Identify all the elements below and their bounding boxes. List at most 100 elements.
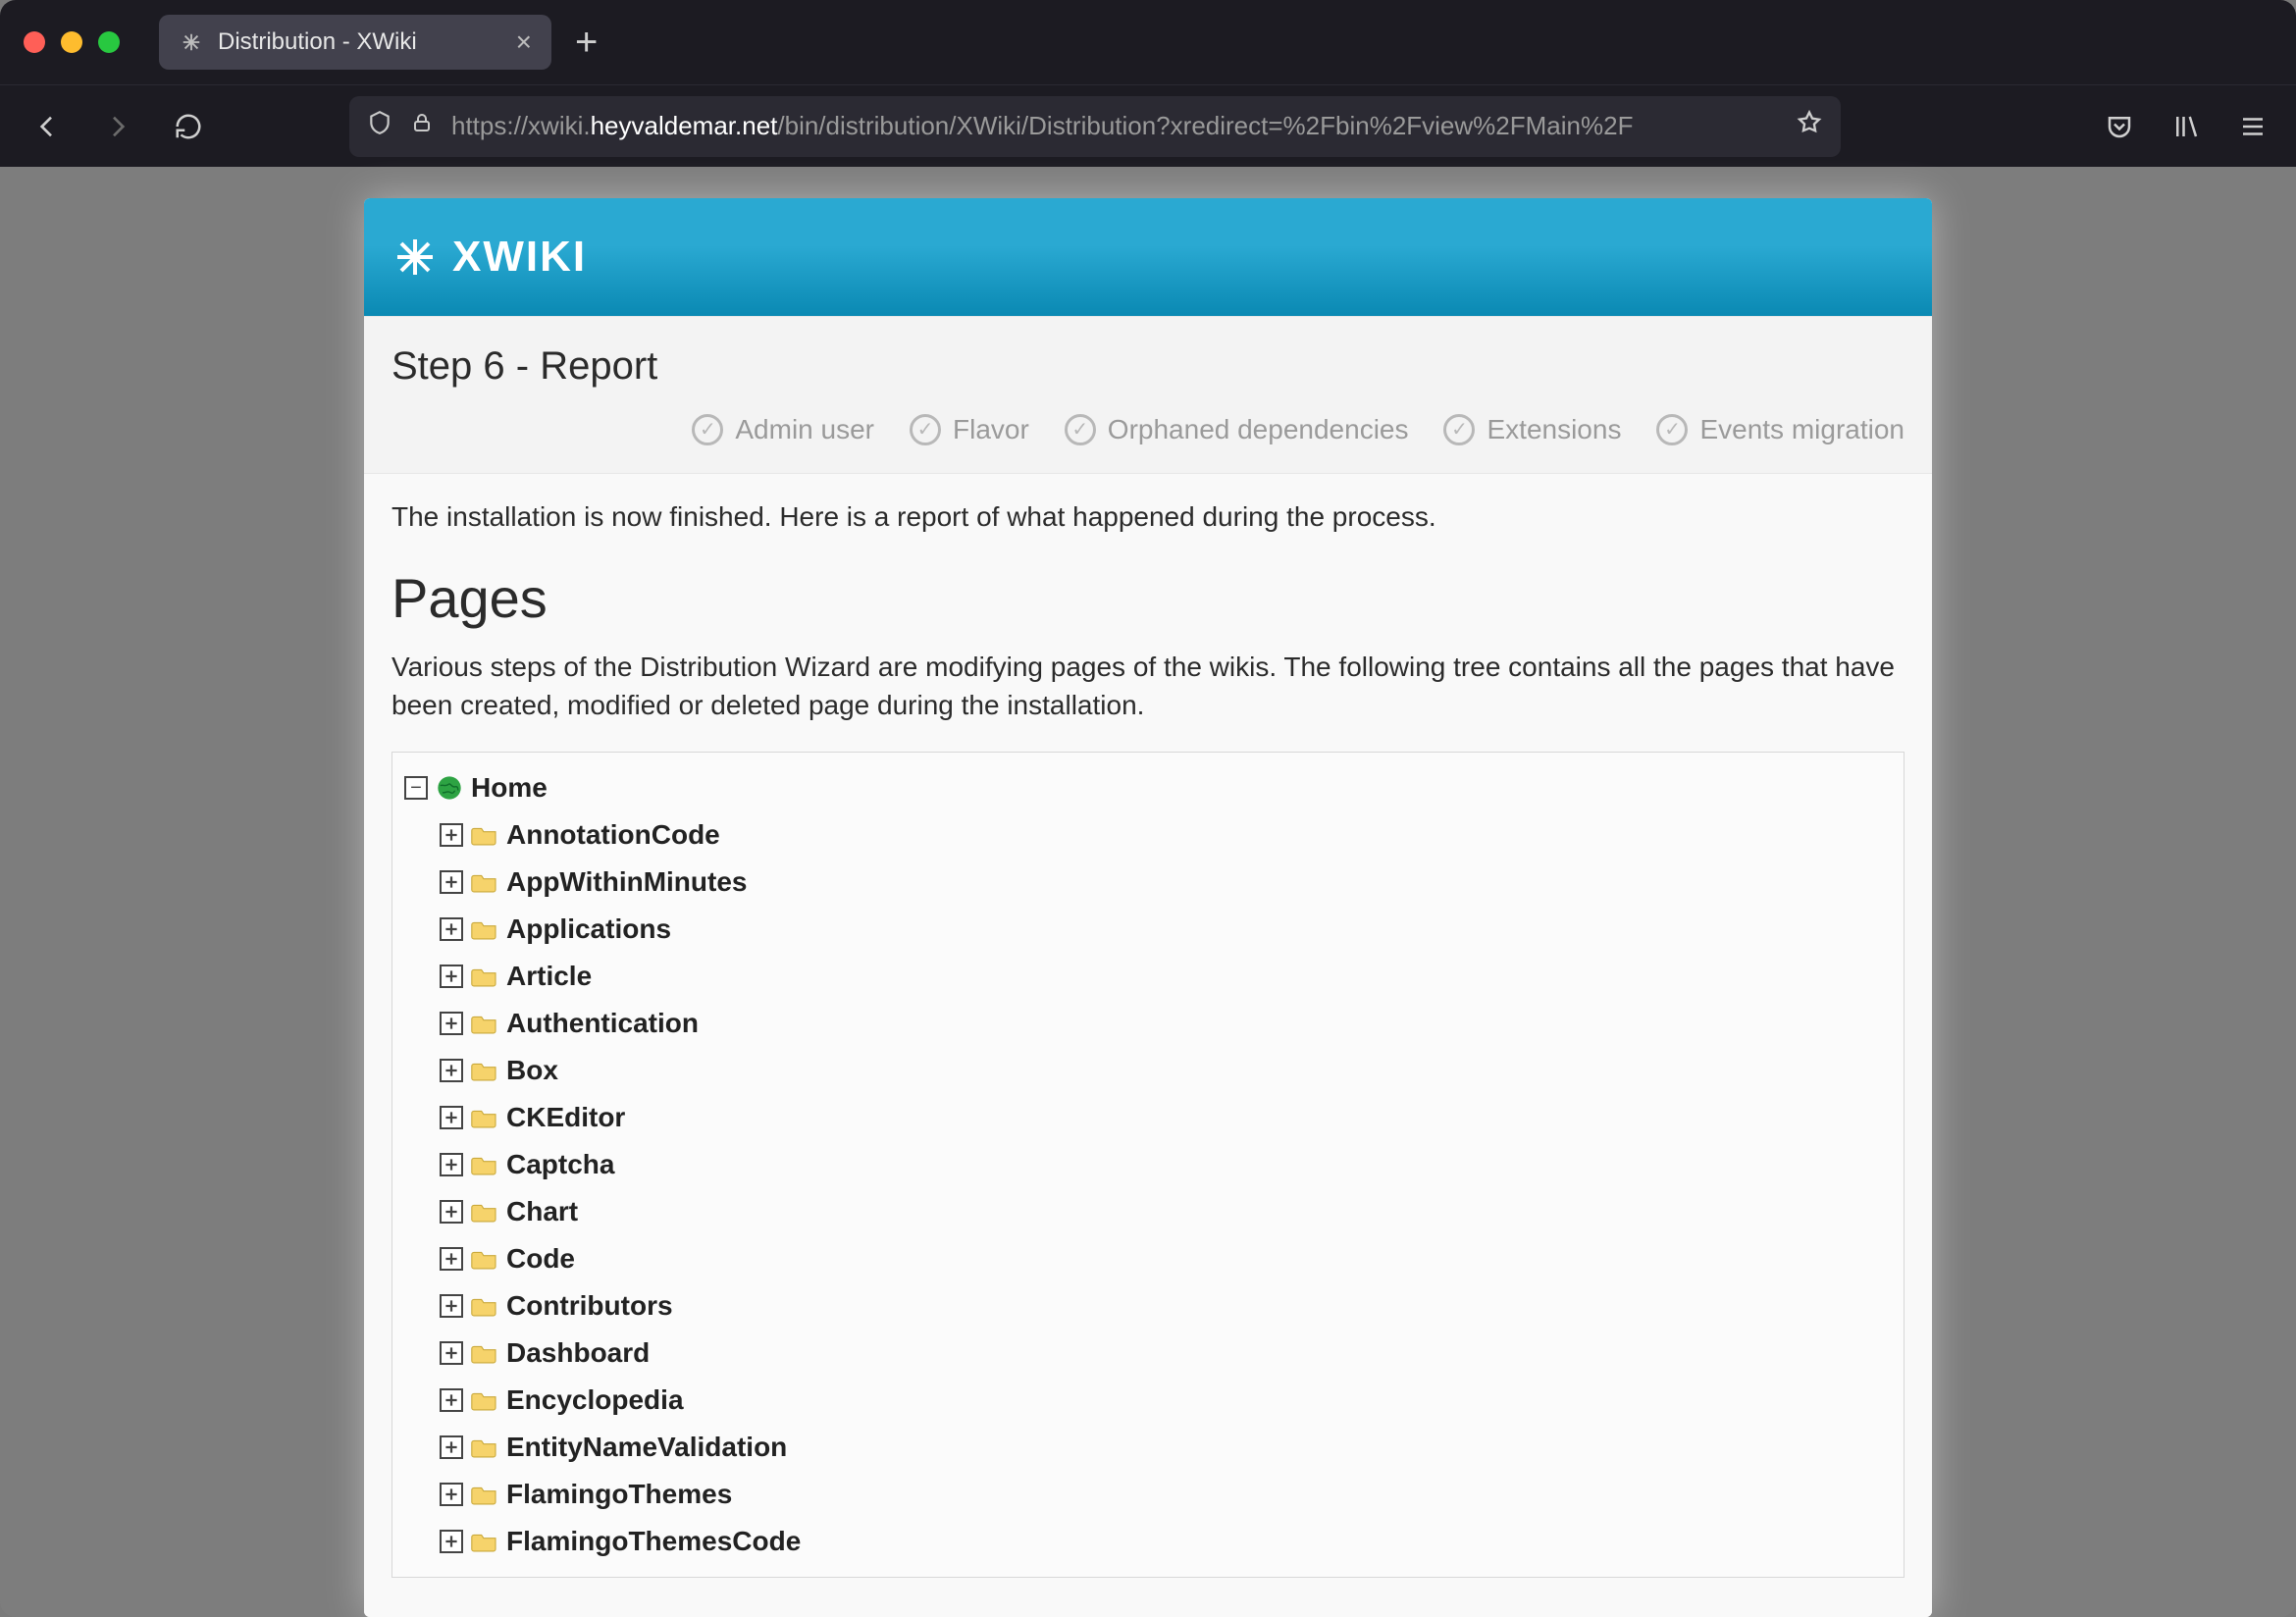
expand-toggle[interactable]	[440, 1530, 463, 1553]
expand-toggle[interactable]	[440, 1483, 463, 1506]
tree-item-label: Encyclopedia	[506, 1384, 684, 1416]
folder-icon	[471, 1248, 498, 1270]
tree-item-label: FlamingoThemes	[506, 1479, 732, 1510]
tree-item-label: FlamingoThemesCode	[506, 1526, 801, 1557]
collapse-toggle[interactable]: −	[404, 776, 428, 800]
tab-bar: Distribution - XWiki × +	[159, 15, 621, 70]
asterisk-icon	[179, 29, 204, 55]
check-icon: ✓	[1656, 414, 1688, 445]
xwiki-logo-text: XWIKI	[452, 233, 587, 282]
asterisk-icon	[391, 234, 439, 281]
wizard-step-events-migration: ✓ Events migration	[1656, 414, 1905, 445]
library-icon[interactable]	[2166, 107, 2206, 146]
wizard-step-label: Events migration	[1699, 414, 1905, 445]
expand-toggle[interactable]	[440, 1341, 463, 1365]
tree-item[interactable]: Dashboard	[440, 1330, 1892, 1377]
tree-item-label: Chart	[506, 1196, 578, 1227]
expand-toggle[interactable]	[440, 917, 463, 941]
menu-icon[interactable]	[2233, 107, 2272, 146]
tree-item-label: EntityNameValidation	[506, 1432, 787, 1463]
tree-item[interactable]: Contributors	[440, 1282, 1892, 1330]
tree-item[interactable]: Applications	[440, 906, 1892, 953]
expand-toggle[interactable]	[440, 1106, 463, 1129]
new-tab-button[interactable]: +	[551, 23, 621, 62]
step-section: Step 6 - Report ✓Admin user ✓Flavor ✓Orp…	[364, 316, 1932, 474]
minimize-window-button[interactable]	[61, 31, 82, 53]
tree-item-label: Article	[506, 961, 592, 992]
tree-item[interactable]: FlamingoThemesCode	[440, 1518, 1892, 1565]
window-controls	[24, 31, 120, 53]
maximize-window-button[interactable]	[98, 31, 120, 53]
tree-item-label: CKEditor	[506, 1102, 625, 1133]
expand-toggle[interactable]	[440, 823, 463, 847]
pages-description: Various steps of the Distribution Wizard…	[391, 648, 1905, 724]
toolbar-right-icons	[2100, 107, 2272, 146]
world-icon	[436, 774, 463, 802]
expand-toggle[interactable]	[440, 1435, 463, 1459]
folder-icon	[471, 1060, 498, 1081]
tree-item[interactable]: CKEditor	[440, 1094, 1892, 1141]
expand-toggle[interactable]	[440, 1012, 463, 1035]
tree-item[interactable]: Article	[440, 953, 1892, 1000]
wizard-step-label: Extensions	[1487, 414, 1621, 445]
folder-icon	[471, 1154, 498, 1175]
back-button[interactable]	[20, 99, 75, 154]
forward-button[interactable]	[90, 99, 145, 154]
intro-text: The installation is now finished. Here i…	[391, 501, 1905, 533]
tree-item[interactable]: Authentication	[440, 1000, 1892, 1047]
page-header: XWIKI	[364, 198, 1932, 316]
tree-item[interactable]: Code	[440, 1235, 1892, 1282]
expand-toggle[interactable]	[440, 1247, 463, 1271]
check-icon: ✓	[1443, 414, 1475, 445]
expand-toggle[interactable]	[440, 1294, 463, 1318]
tree-item-label: Contributors	[506, 1290, 673, 1322]
tree-root-row[interactable]: − Home	[404, 764, 1892, 811]
expand-toggle[interactable]	[440, 965, 463, 988]
tree-item[interactable]: AnnotationCode	[440, 811, 1892, 859]
tree-item[interactable]: AppWithinMinutes	[440, 859, 1892, 906]
tree-item-label: Code	[506, 1243, 575, 1275]
wizard-step-label: Flavor	[953, 414, 1029, 445]
folder-icon	[471, 824, 498, 846]
folder-icon	[471, 871, 498, 893]
tree-item[interactable]: EntityNameValidation	[440, 1424, 1892, 1471]
browser-tab[interactable]: Distribution - XWiki ×	[159, 15, 551, 70]
folder-icon	[471, 918, 498, 940]
tree-item-label: Box	[506, 1055, 558, 1086]
expand-toggle[interactable]	[440, 1388, 463, 1412]
tree-item-label: Dashboard	[506, 1337, 650, 1369]
expand-toggle[interactable]	[440, 870, 463, 894]
wizard-step-label: Orphaned dependencies	[1108, 414, 1409, 445]
folder-icon	[471, 1484, 498, 1505]
close-window-button[interactable]	[24, 31, 45, 53]
folder-icon	[471, 1342, 498, 1364]
url-suffix: /bin/distribution/XWiki/Distribution?xre…	[777, 111, 1633, 140]
folder-icon	[471, 1107, 498, 1128]
wizard-step-admin-user: ✓ Admin user	[692, 414, 874, 445]
xwiki-logo: XWIKI	[391, 233, 587, 282]
folder-icon	[471, 1201, 498, 1223]
tree-item-label: AnnotationCode	[506, 819, 720, 851]
url-bar[interactable]: https://xwiki.heyvaldemar.net/bin/distri…	[349, 96, 1841, 157]
tree-item[interactable]: Encyclopedia	[440, 1377, 1892, 1424]
browser-window: Distribution - XWiki × + https	[0, 0, 2296, 1617]
tree-item[interactable]: Chart	[440, 1188, 1892, 1235]
titlebar: Distribution - XWiki × +	[0, 0, 2296, 84]
check-icon: ✓	[692, 414, 723, 445]
lock-icon	[410, 111, 434, 141]
tree-item[interactable]: FlamingoThemes	[440, 1471, 1892, 1518]
tree-item[interactable]: Box	[440, 1047, 1892, 1094]
page-card: XWIKI Step 6 - Report ✓Admin user ✓Flavo…	[364, 198, 1932, 1617]
reload-button[interactable]	[161, 99, 216, 154]
expand-toggle[interactable]	[440, 1200, 463, 1224]
expand-toggle[interactable]	[440, 1059, 463, 1082]
wizard-step-flavor: ✓Flavor	[910, 414, 1029, 445]
folder-icon	[471, 1531, 498, 1552]
wizard-step-label: Admin user	[735, 414, 874, 445]
pocket-icon[interactable]	[2100, 107, 2139, 146]
close-tab-button[interactable]: ×	[516, 28, 532, 56]
bookmark-star-icon[interactable]	[1796, 109, 1823, 143]
viewport: XWIKI Step 6 - Report ✓Admin user ✓Flavo…	[0, 167, 2296, 1617]
tree-item[interactable]: Captcha	[440, 1141, 1892, 1188]
expand-toggle[interactable]	[440, 1153, 463, 1176]
